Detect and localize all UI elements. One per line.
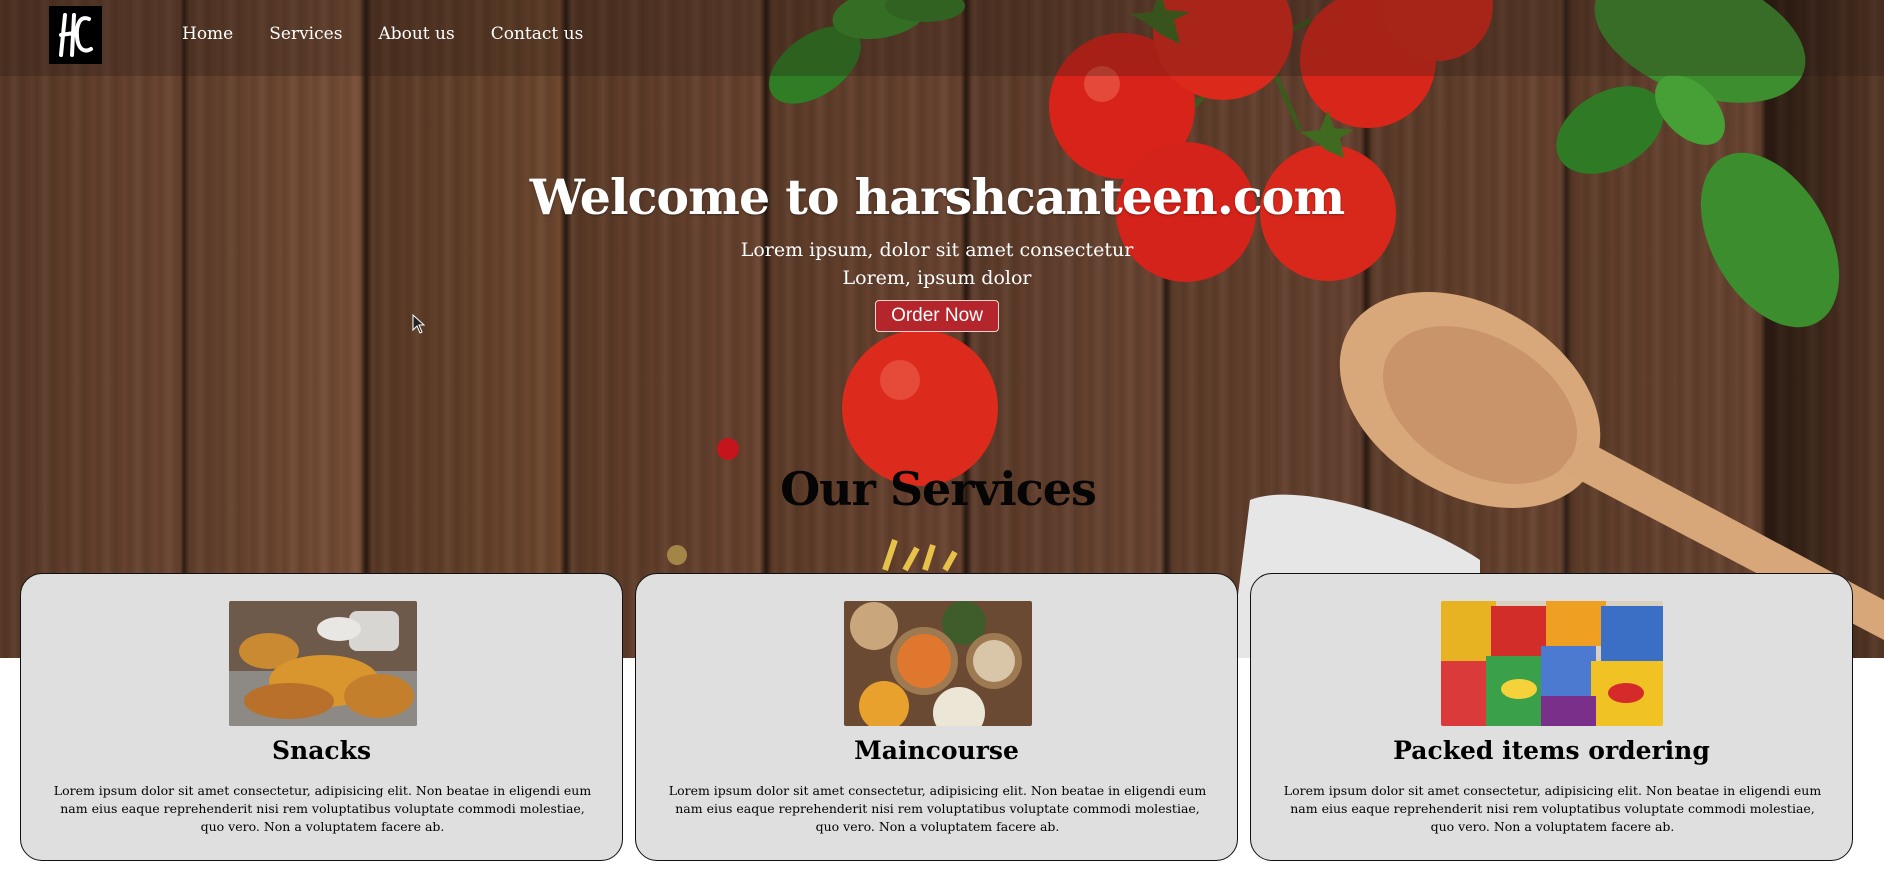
top-navbar: Home Services About us Contact us: [0, 0, 1884, 76]
nav-about-link[interactable]: About us: [378, 24, 454, 44]
main-nav: Home Services About us Contact us: [182, 24, 619, 44]
service-cards: Snacks Lorem ipsum dolor sit amet consec…: [20, 573, 1856, 863]
snacks-image: [229, 601, 417, 726]
brand-logo[interactable]: [49, 6, 102, 64]
service-card-maincourse[interactable]: Maincourse Lorem ipsum dolor sit amet co…: [635, 573, 1238, 861]
services-heading: Our Services: [780, 462, 1097, 516]
card-description: Lorem ipsum dolor sit amet consectetur, …: [1283, 783, 1822, 834]
service-card-packed-items[interactable]: Packed items ordering Lorem ipsum dolor …: [1250, 573, 1853, 861]
card-title: Packed items ordering: [1393, 736, 1710, 765]
card-description: Lorem ipsum dolor sit amet consectetur, …: [53, 783, 592, 834]
nav-contact-link[interactable]: Contact us: [491, 24, 584, 44]
hero-section: Welcome to harshcanteen.com Lorem ipsum,…: [0, 168, 1874, 332]
maincourse-image: [844, 601, 1032, 726]
hero-title: Welcome to harshcanteen.com: [529, 168, 1345, 226]
service-card-snacks[interactable]: Snacks Lorem ipsum dolor sit amet consec…: [20, 573, 623, 861]
hero-tagline-2: Lorem, ipsum dolor: [842, 267, 1032, 289]
mouse-pointer-icon: [412, 314, 426, 334]
nav-services-link[interactable]: Services: [269, 24, 342, 44]
nav-home-link[interactable]: Home: [182, 24, 233, 44]
order-now-button[interactable]: Order Now: [875, 300, 999, 332]
card-title: Maincourse: [854, 736, 1019, 765]
card-title: Snacks: [271, 736, 372, 765]
hc-logo-icon: [58, 13, 93, 57]
card-description: Lorem ipsum dolor sit amet consectetur, …: [668, 783, 1207, 834]
packed-items-image: [1441, 601, 1663, 726]
hero-tagline-1: Lorem ipsum, dolor sit amet consectetur: [740, 239, 1134, 261]
